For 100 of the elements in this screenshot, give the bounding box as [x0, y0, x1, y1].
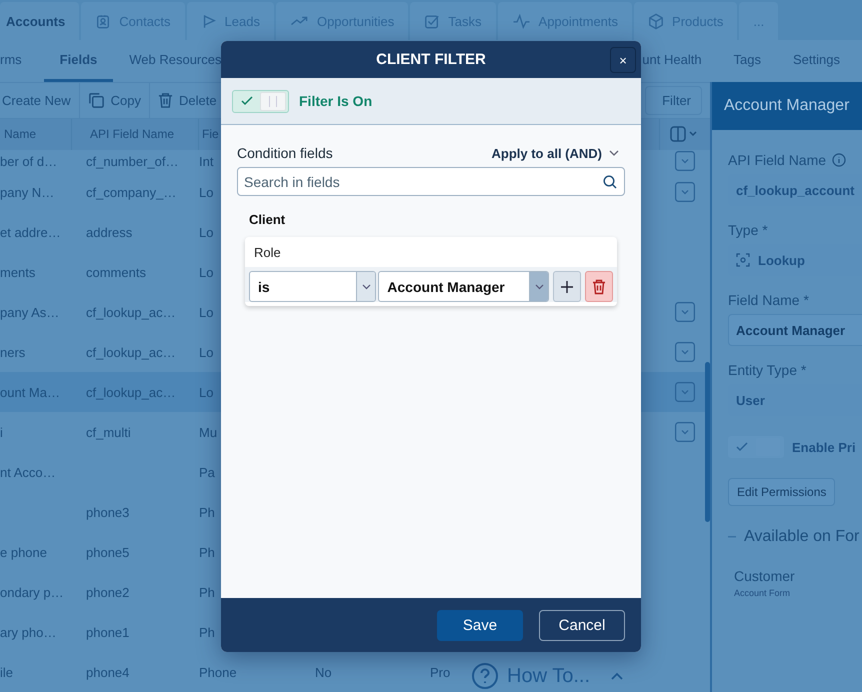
table-cell: Pro [430, 664, 450, 680]
table-cell: i [0, 424, 3, 440]
table-cell: No [315, 664, 332, 680]
table-cell: phone2 [86, 584, 130, 600]
table-cell: cf_multi [86, 424, 131, 440]
table-cell: Phone [199, 664, 237, 680]
delete-button[interactable] [585, 271, 613, 302]
table-cell: Int [199, 154, 214, 168]
row-menu-icon[interactable] [675, 182, 695, 202]
columns-icon[interactable] [670, 126, 698, 142]
table-cell: cf_lookup_ac… [86, 384, 176, 400]
table-cell: Lo [199, 184, 214, 200]
help-icon [471, 662, 499, 690]
table-cell: e phone [0, 544, 47, 560]
scrollbar[interactable] [705, 362, 710, 522]
operator-dropdown[interactable]: is [249, 271, 376, 302]
search-field[interactable]: Search in fields [237, 167, 625, 196]
trash-icon [592, 278, 606, 294]
column-header: API Field Name [72, 118, 199, 150]
table-cell: cf_lookup_ac… [86, 344, 176, 360]
box-icon [648, 12, 664, 30]
table-cell: ary pho… [0, 624, 56, 640]
filter-button[interactable]: Filter [645, 86, 702, 115]
contact-card-icon [95, 12, 112, 30]
section-tab[interactable]: Fields [44, 40, 114, 82]
table-cell: Ph [199, 584, 215, 600]
table-cell: pany N… [0, 184, 54, 200]
table-cell: Lo [199, 304, 214, 320]
table-cell: ile [0, 664, 14, 680]
row-menu-icon[interactable] [675, 302, 695, 322]
form-name: Customer [734, 568, 796, 584]
section-heading: Available on For [744, 528, 860, 546]
section-tab[interactable]: Tags [718, 40, 778, 82]
info-icon [832, 153, 846, 167]
table-cell: ount Ma… [0, 384, 60, 400]
value-dropdown[interactable]: Account Manager [378, 271, 550, 302]
row-menu-icon[interactable] [675, 382, 695, 402]
check-icon [736, 442, 748, 452]
help-button[interactable]: How To... [463, 658, 632, 692]
section-tab[interactable]: Settings [777, 40, 862, 82]
panel-title: Account Manager [712, 82, 862, 130]
chevron-icon [534, 284, 544, 290]
table-cell: ments [0, 264, 36, 280]
lookup-icon [736, 253, 750, 267]
dialog-title: CLIENT FILTER [376, 51, 486, 68]
table-cell: phone3 [86, 504, 130, 520]
input-field[interactable]: Account Manager [728, 314, 862, 346]
chevron-icon [609, 150, 619, 156]
toggle-switch[interactable] [232, 90, 289, 112]
column-header: Name [0, 118, 72, 150]
field-label: Field Name * [728, 292, 809, 308]
edit-permissions-button[interactable]: Edit Permissions [728, 478, 836, 506]
table-cell: phone4 [86, 664, 130, 680]
row-menu-icon[interactable] [675, 342, 695, 362]
toggle-label: Filter Is On [299, 93, 372, 109]
add-button[interactable] [553, 271, 582, 302]
check-icon [241, 96, 253, 106]
table-cell: cf_number_of… [86, 154, 178, 168]
table-cell: nt Acco… [0, 464, 56, 480]
module-tab[interactable]: Accounts [0, 2, 80, 40]
group-heading: Client [249, 212, 286, 227]
table-cell: pany As… [0, 304, 60, 320]
dialog-button[interactable]: Cancel [539, 610, 625, 640]
table-cell: cf_company_… [86, 184, 176, 200]
toolbar-button[interactable]: Copy [80, 83, 150, 118]
row-menu-icon[interactable] [675, 422, 695, 442]
close-button[interactable]: × [610, 47, 636, 73]
table-cell: Lo [199, 344, 214, 360]
row-menu-icon[interactable] [675, 151, 695, 171]
table-cell: ber of d… [0, 154, 58, 168]
section-tab[interactable]: rms [0, 40, 44, 82]
table-cell: address [86, 224, 132, 240]
section-tab[interactable]: unt Health [642, 40, 718, 82]
table-cell: Mu [199, 424, 218, 440]
caret-icon [610, 671, 624, 681]
toolbar-button[interactable]: Create New [0, 83, 80, 118]
logic-dropdown[interactable]: Apply to all (AND) [492, 146, 619, 160]
toggle-label: Enable Pri [792, 440, 856, 454]
table-cell: ondary p… [0, 584, 64, 600]
trash-icon [158, 92, 173, 109]
table-cell: Pa [199, 464, 215, 480]
copy-icon [88, 92, 105, 109]
checkbox-icon [424, 12, 440, 30]
module-tab[interactable]: ... [739, 2, 778, 40]
table-cell: et addre… [0, 224, 61, 240]
search-icon [603, 175, 617, 189]
pulse-icon [512, 13, 531, 29]
plus-icon [561, 280, 574, 292]
table-cell: phone5 [86, 544, 130, 560]
table-cell: Ph [199, 544, 215, 560]
dialog-button[interactable]: Save [437, 610, 523, 640]
form-type: Account Form [734, 588, 792, 598]
chevron-icon [362, 284, 371, 290]
table-cell: cf_lookup_ac… [86, 304, 176, 320]
table-cell: Lo [199, 264, 214, 280]
table-cell: ners [0, 344, 26, 360]
table-cell: phone1 [86, 624, 130, 640]
condition-field: Role [245, 237, 617, 267]
table-cell: Ph [199, 624, 215, 640]
table-cell: comments [86, 264, 146, 280]
